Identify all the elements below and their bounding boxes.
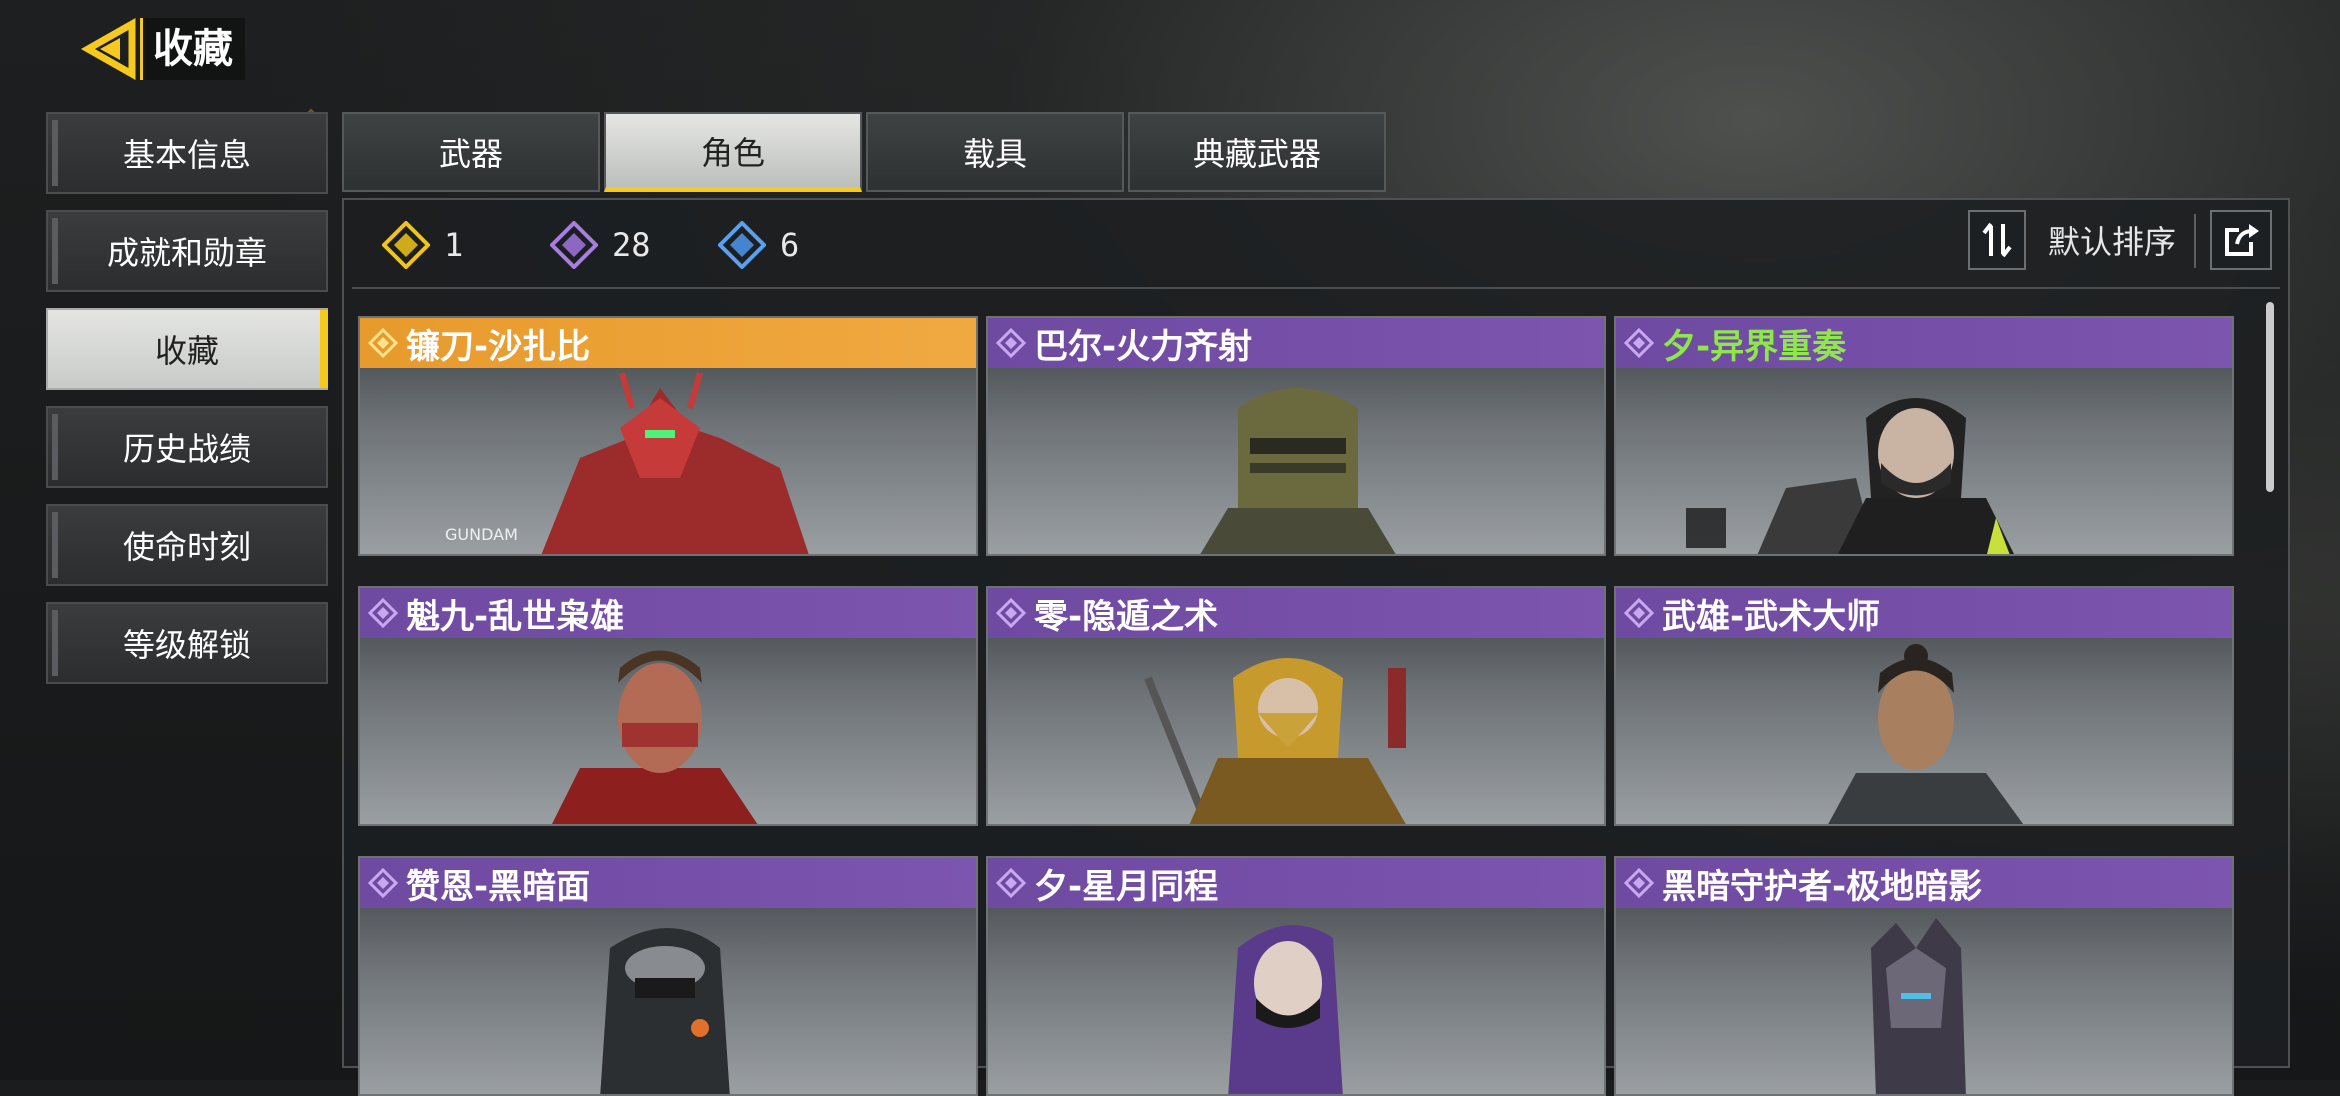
legendary-count: 1 — [382, 218, 463, 272]
character-card[interactable]: 武雄-武术大师 — [1614, 586, 2234, 826]
tab-label: 典藏武器 — [1192, 135, 1321, 173]
character-name: 黑暗守护者-极地暗影 — [1662, 866, 1983, 907]
purple-diamond-icon — [368, 598, 398, 628]
sidebar-item-achievements[interactable]: 成就和勋章 — [46, 210, 328, 292]
character-portrait — [1144, 658, 1406, 824]
character-card[interactable]: 夕-星月同程 — [986, 856, 1606, 1096]
character-card[interactable]: 镰刀-沙扎比 GUNDAM — [358, 316, 978, 556]
page-title: 收藏 — [140, 18, 245, 80]
sidebar-item-duty-moments[interactable]: 使命时刻 — [46, 504, 328, 586]
character-portrait — [1828, 644, 2024, 824]
purple-diamond-icon — [996, 868, 1026, 898]
sidebar-item-label: 等级解锁 — [122, 626, 251, 664]
back-button[interactable] — [80, 17, 142, 81]
card-header: 镰刀-沙扎比 — [360, 318, 976, 368]
character-portrait — [1200, 388, 1396, 554]
blue-diamond-icon — [718, 221, 766, 269]
tab-weapons[interactable]: 武器 — [342, 112, 600, 192]
purple-diamond-icon — [1624, 328, 1654, 358]
card-header: 黑暗守护者-极地暗影 — [1616, 858, 2232, 908]
card-header: 武雄-武术大师 — [1616, 588, 2232, 638]
tab-label: 角色 — [700, 133, 765, 172]
purple-diamond-icon — [996, 598, 1026, 628]
rare-count: 6 — [718, 218, 799, 272]
purple-diamond-icon — [1624, 598, 1654, 628]
character-card[interactable]: 零-隐遁之术 — [986, 586, 1606, 826]
divider — [352, 287, 2280, 289]
character-name: 镰刀-沙扎比 — [406, 326, 591, 367]
tab-characters[interactable]: 角色 — [604, 112, 862, 192]
sort-toggle-button[interactable] — [1968, 210, 2026, 270]
purple-diamond-icon — [996, 328, 1026, 358]
character-portrait — [1871, 918, 1966, 1094]
sidebar-item-label: 使命时刻 — [122, 528, 251, 566]
character-card[interactable]: 赞恩-黑暗面 — [358, 856, 978, 1096]
sidebar-item-label: 历史战绩 — [122, 430, 251, 468]
count-value: 28 — [612, 226, 651, 264]
card-header: 零-隐遁之术 — [988, 588, 1604, 638]
sort-arrows-icon — [1982, 222, 2012, 258]
scrollbar[interactable] — [2266, 302, 2274, 492]
character-name: 巴尔-火力齐射 — [1034, 326, 1253, 367]
character-name: 零-隐遁之术 — [1034, 596, 1219, 637]
gold-diamond-icon — [368, 328, 398, 358]
character-portrait — [600, 928, 730, 1094]
epic-count: 28 — [550, 218, 651, 272]
sort-mode-label[interactable]: 默认排序 — [2048, 220, 2176, 264]
card-header: 夕-异界重奏 — [1616, 318, 2232, 368]
card-header: 夕-星月同程 — [988, 858, 1604, 908]
character-name: 夕-星月同程 — [1034, 866, 1219, 907]
character-card[interactable]: 黑暗守护者-极地暗影 — [1614, 856, 2234, 1096]
sidebar-item-label: 基本信息 — [122, 136, 251, 174]
sidebar-item-basic-info[interactable]: 基本信息 — [46, 112, 328, 194]
tab-label: 载具 — [962, 135, 1027, 173]
gold-diamond-icon — [382, 221, 430, 269]
purple-diamond-icon — [550, 221, 598, 269]
card-header: 巴尔-火力齐射 — [988, 318, 1604, 368]
character-name: 魁九-乱世枭雄 — [406, 596, 625, 637]
share-button[interactable] — [2210, 210, 2272, 270]
character-portrait — [1228, 925, 1343, 1094]
sidebar-item-label: 成就和勋章 — [106, 234, 267, 272]
sidebar-item-collection[interactable]: 收藏 — [46, 308, 328, 390]
share-icon — [2225, 224, 2259, 256]
sidebar-item-match-history[interactable]: 历史战绩 — [46, 406, 328, 488]
purple-diamond-icon — [1624, 868, 1654, 898]
character-card[interactable]: 巴尔-火力齐射 — [986, 316, 1606, 556]
svg-text:GUNDAM: GUNDAM — [445, 525, 518, 544]
sidebar-item-level-unlocks[interactable]: 等级解锁 — [46, 602, 328, 684]
tab-collector-weapons[interactable]: 典藏武器 — [1128, 112, 1386, 192]
separator — [2194, 214, 2196, 268]
character-name: 赞恩-黑暗面 — [406, 866, 591, 907]
card-header: 魁九-乱世枭雄 — [360, 588, 976, 638]
character-portrait — [552, 650, 758, 824]
character-card[interactable]: 夕-异界重奏 — [1614, 316, 2234, 556]
purple-diamond-icon — [368, 868, 398, 898]
count-value: 1 — [444, 226, 464, 264]
sidebar-item-label: 收藏 — [154, 332, 219, 370]
character-portrait: GUNDAM — [445, 372, 809, 554]
character-name: 夕-异界重奏 — [1662, 326, 1847, 367]
character-card[interactable]: 魁九-乱世枭雄 — [358, 586, 978, 826]
count-value: 6 — [780, 226, 800, 264]
character-portrait — [1686, 398, 2014, 554]
card-header: 赞恩-黑暗面 — [360, 858, 976, 908]
back-arrow-icon — [80, 17, 136, 81]
tab-vehicles[interactable]: 载具 — [866, 112, 1124, 192]
character-name: 武雄-武术大师 — [1662, 596, 1881, 637]
tab-label: 武器 — [438, 135, 503, 173]
